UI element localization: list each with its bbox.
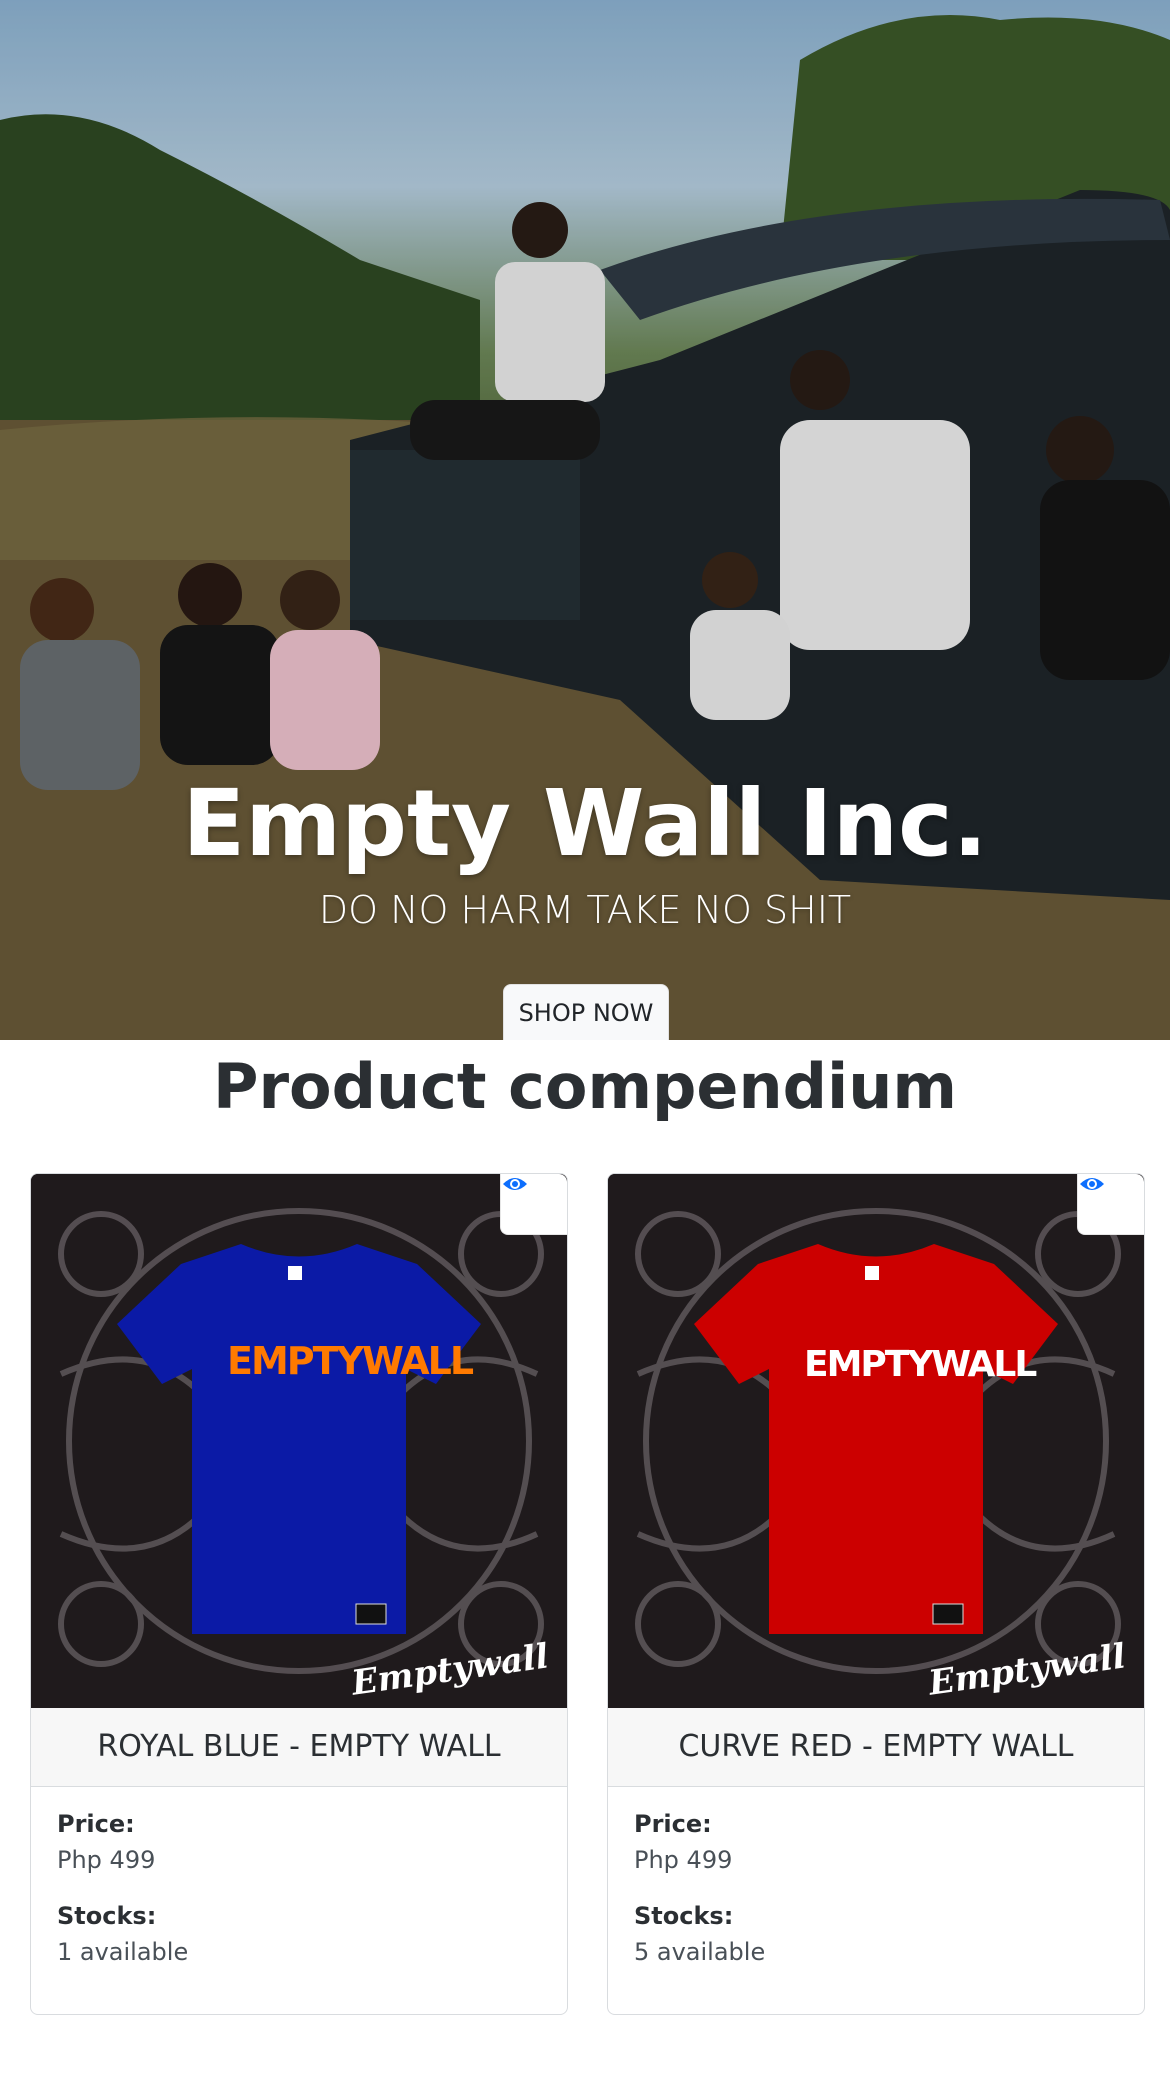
product-title[interactable]: ROYAL BLUE - EMPTY WALL: [31, 1708, 567, 1787]
product-image[interactable]: EMPTYWALL Emptywall: [31, 1174, 567, 1708]
hero-title: Empty Wall Inc.: [182, 770, 988, 877]
product-title[interactable]: CURVE RED - EMPTY WALL: [608, 1708, 1144, 1787]
price-label: Price:: [57, 1810, 135, 1838]
product-print-text: EMPTYWALL: [804, 1344, 1037, 1385]
price-value: Php 499: [634, 1846, 733, 1874]
product-card[interactable]: EMPTYWALL Emptywall ROYAL BLUE - EMPTY W…: [30, 1173, 568, 2015]
product-details: Price: Php 499 Stocks: 5 available: [634, 1810, 1114, 1966]
product-card[interactable]: EMPTYWALL Emptywall CURVE RED - EMPTY WA…: [607, 1173, 1145, 2015]
product-image[interactable]: EMPTYWALL Emptywall: [608, 1174, 1144, 1708]
quick-view-button[interactable]: [1077, 1174, 1144, 1235]
stock-label: Stocks:: [57, 1902, 157, 1930]
product-details: Price: Php 499 Stocks: 1 available: [57, 1810, 537, 1966]
price-value: Php 499: [57, 1846, 156, 1874]
product-photo-background: [608, 1174, 1144, 1708]
stock-label: Stocks:: [634, 1902, 734, 1930]
hero-photo: [0, 0, 1170, 1040]
price-label: Price:: [634, 1810, 712, 1838]
shop-now-button[interactable]: SHOP NOW: [503, 984, 669, 1040]
hero-subtitle: DO NO HARM TAKE NO SHIT: [318, 888, 852, 932]
stock-value: 1 available: [57, 1938, 189, 1966]
stock-value: 5 available: [634, 1938, 766, 1966]
hero-banner: Empty Wall Inc. DO NO HARM TAKE NO SHIT …: [0, 0, 1170, 1040]
quick-view-button[interactable]: [500, 1174, 567, 1235]
product-photo-background: [31, 1174, 567, 1708]
product-print-text: EMPTYWALL: [227, 1339, 474, 1383]
page-title: Product compendium: [213, 1050, 957, 1123]
